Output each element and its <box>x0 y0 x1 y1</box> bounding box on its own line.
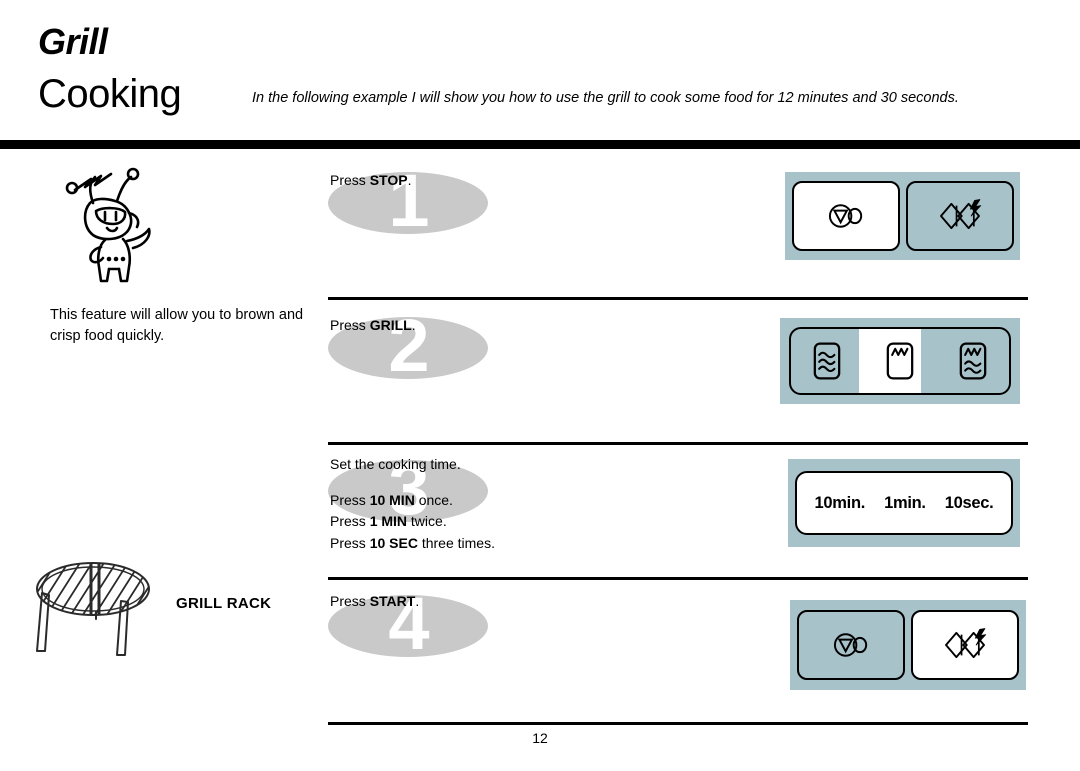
step-1-key-name: STOP <box>369 172 408 188</box>
header-description: In the following example I will show you… <box>252 90 959 106</box>
step-3: 3 Set the cooking time. Press 10 MIN onc… <box>312 442 1080 577</box>
stop-clear-button[interactable] <box>797 610 905 680</box>
header-divider-rule <box>0 140 1080 149</box>
step-3-control-panel: 10min. 1min. 10sec. <box>788 459 1020 547</box>
stop-clear-button[interactable] <box>791 181 900 251</box>
step-2-key-name: GRILL <box>369 317 412 333</box>
step-3-line-4: Press 10 SEC three times. <box>330 533 495 555</box>
step-4-instruction-prefix: Press <box>330 593 370 609</box>
combi-mode-button[interactable] <box>942 341 1004 381</box>
step-2-control-panel <box>780 318 1020 404</box>
step-4: 4 Press START. <box>312 577 1080 717</box>
cooking-mode-selector <box>789 327 1011 395</box>
start-quick-button[interactable] <box>905 181 1014 251</box>
step-3-line-4-prefix: Press <box>330 535 370 552</box>
time-value-10sec: 10sec. <box>944 493 994 512</box>
page-header: Grill Cooking In the following example I… <box>0 0 1080 140</box>
grill-rack-label: GRILL RACK <box>176 595 272 612</box>
step-1-instruction: Press STOP. <box>330 170 411 192</box>
step-separator <box>328 442 1028 445</box>
step-3-line-1: Set the cooking time. <box>330 454 495 476</box>
step-2-instruction: Press GRILL. <box>330 315 416 337</box>
step-separator <box>328 297 1028 300</box>
step-1-control-panel <box>785 172 1020 260</box>
page-title-secondary: Cooking <box>38 72 182 116</box>
step-4-control-panel <box>790 600 1026 690</box>
footer-divider-rule <box>328 722 1028 725</box>
sidebar: This feature will allow you to brown and… <box>0 155 312 715</box>
step-2: 2 Press GRILL. <box>312 297 1080 442</box>
step-separator <box>328 577 1028 580</box>
step-4-instruction-suffix: . <box>415 593 420 609</box>
step-3-line-3-key: 1 MIN <box>369 513 408 530</box>
step-1-instruction-suffix: . <box>407 172 412 188</box>
step-4-key-name: START <box>369 593 416 609</box>
time-value-10min: 10min. <box>814 493 866 512</box>
time-display: 10min. 1min. 10sec. <box>795 471 1013 535</box>
feature-description: This feature will allow you to brown and… <box>50 307 304 345</box>
step-3-line-2-prefix: Press <box>330 491 370 508</box>
step-2-instruction-suffix: . <box>411 317 416 333</box>
step-3-line-1-text: Set the cooking time. <box>330 456 461 472</box>
step-1: 1 Press STOP. <box>312 152 1080 297</box>
grill-mode-button[interactable] <box>869 341 931 381</box>
step-3-line-4-suffix: three times. <box>417 535 495 552</box>
step-3-line-2: Press 10 MIN once. <box>330 490 495 512</box>
step-1-instruction-prefix: Press <box>330 172 370 188</box>
page-number: 12 <box>532 730 548 746</box>
step-3-instruction: Set the cooking time. Press 10 MIN once.… <box>330 454 495 555</box>
mascot-character-icon <box>45 163 175 293</box>
microwave-mode-button[interactable] <box>796 341 858 381</box>
step-3-line-3: Press 1 MIN twice. <box>330 511 495 533</box>
step-3-line-4-key: 10 SEC <box>369 535 418 552</box>
step-3-line-3-prefix: Press <box>330 513 370 530</box>
page-title-primary: Grill <box>38 21 108 62</box>
step-4-instruction: Press START. <box>330 591 419 613</box>
step-2-instruction-prefix: Press <box>330 317 370 333</box>
step-3-line-3-suffix: twice. <box>407 513 447 530</box>
step-3-line-2-key: 10 MIN <box>369 491 415 508</box>
time-value-1min: 1min. <box>884 493 926 512</box>
start-quick-button[interactable] <box>911 610 1019 680</box>
step-3-spacer <box>330 476 495 490</box>
step-3-line-2-suffix: once. <box>414 491 453 508</box>
grill-rack-icon <box>25 555 165 665</box>
